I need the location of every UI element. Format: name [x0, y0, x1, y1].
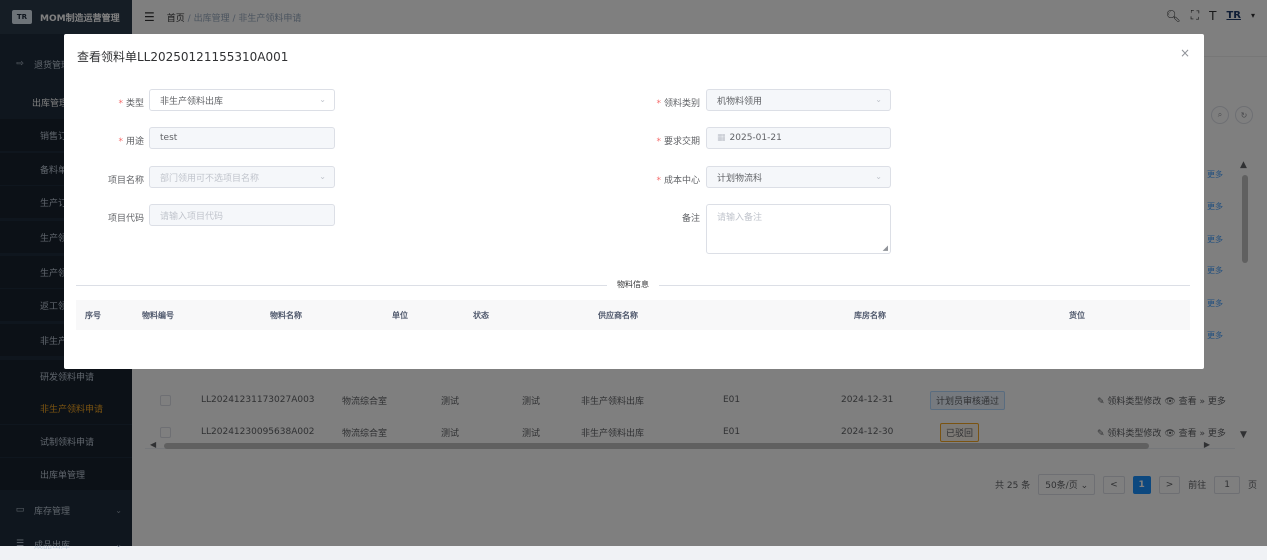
project-name-placeholder: 部门领用可不选项目名称: [160, 173, 260, 184]
remark-textarea[interactable]: 请输入备注 ◢: [706, 204, 891, 254]
cost-center-label-text: 成本中心: [663, 176, 700, 186]
calendar-icon: ▦: [717, 133, 726, 143]
due-date-label: * 要求交期: [656, 137, 700, 147]
col-index: 序号: [85, 311, 101, 320]
col-unit: 单位: [392, 311, 408, 320]
project-name-label: 项目名称: [107, 176, 144, 186]
col-material-code: 物料编号: [142, 311, 174, 320]
type-label: * 类型: [118, 99, 144, 109]
view-requisition-dialog: 查看领料单LL20250121155310A001 × * 类型 非生产领料出库 …: [64, 34, 1204, 369]
purpose-label-text: 用途: [125, 137, 144, 147]
col-supplier: 供应商名称: [598, 311, 638, 320]
chevron-down-icon: ⌄: [319, 172, 326, 181]
cost-center-select[interactable]: 计划物流科 ⌄: [706, 166, 891, 188]
project-code-placeholder: 请输入项目代码: [160, 211, 224, 222]
category-label-text: 领料类别: [663, 99, 700, 109]
project-name-select[interactable]: 部门领用可不选项目名称 ⌄: [149, 166, 335, 188]
category-select[interactable]: 机物料领用 ⌄: [706, 89, 891, 111]
category-label: * 领料类别: [656, 99, 700, 109]
project-code-input[interactable]: 请输入项目代码: [149, 204, 335, 226]
material-table-header: 序号 物料编号 物料名称 单位 状态 供应商名称 库房名称 货位: [76, 300, 1190, 330]
resize-handle-icon[interactable]: ◢: [883, 244, 888, 252]
chevron-down-icon: ⌄: [319, 95, 326, 104]
chevron-down-icon: ⌄: [875, 172, 882, 181]
due-date-picker[interactable]: ▦ 2025-01-21: [706, 127, 891, 149]
category-value: 机物料领用: [717, 96, 763, 107]
material-info-heading: 物料信息: [607, 279, 659, 290]
type-label-text: 类型: [125, 99, 144, 109]
due-date-value: 2025-01-21: [729, 133, 782, 143]
col-status: 状态: [473, 311, 489, 320]
close-icon[interactable]: ×: [1180, 46, 1190, 60]
due-label-text: 要求交期: [663, 137, 700, 147]
remark-label: 备注: [681, 214, 700, 224]
col-material-name: 物料名称: [270, 311, 302, 320]
purpose-input[interactable]: test: [149, 127, 335, 149]
col-location: 货位: [1069, 311, 1085, 320]
project-code-label: 项目代码: [107, 214, 144, 224]
col-warehouse: 库房名称: [854, 311, 886, 320]
cost-center-value: 计划物流科: [717, 173, 763, 184]
remark-placeholder: 请输入备注: [717, 213, 763, 223]
type-select[interactable]: 非生产领料出库 ⌄: [149, 89, 335, 111]
purpose-label: * 用途: [118, 137, 144, 147]
cost-center-label: * 成本中心: [656, 176, 700, 186]
dialog-title: 查看领料单LL20250121155310A001: [77, 50, 289, 64]
type-value: 非生产领料出库: [160, 96, 224, 107]
chevron-down-icon: ⌄: [875, 95, 882, 104]
purpose-value: test: [160, 133, 178, 143]
